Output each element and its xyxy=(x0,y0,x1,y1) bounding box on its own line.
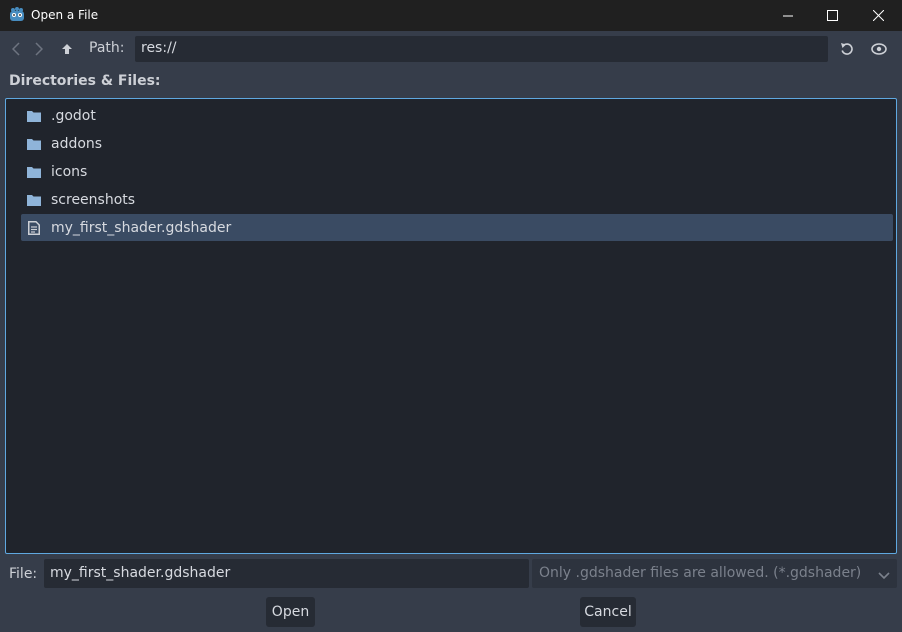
list-item-file-selected[interactable]: my_first_shader.gdshader xyxy=(21,214,893,241)
cancel-button[interactable]: Cancel xyxy=(580,597,636,627)
refresh-icon xyxy=(841,43,853,55)
file-name-input[interactable]: my_first_shader.gdshader xyxy=(44,559,529,588)
forward-button[interactable] xyxy=(29,39,49,59)
refresh-button[interactable] xyxy=(837,39,857,59)
file-label: File: xyxy=(9,566,38,582)
folder-icon xyxy=(27,193,41,207)
go-up-button[interactable] xyxy=(57,39,77,59)
chevron-down-icon xyxy=(878,568,890,584)
open-button[interactable]: Open xyxy=(266,597,315,627)
godot-icon xyxy=(9,7,25,23)
back-button[interactable] xyxy=(6,39,26,59)
item-name: my_first_shader.gdshader xyxy=(51,219,232,236)
chevron-left-icon xyxy=(12,42,20,56)
list-item-folder[interactable]: .godot xyxy=(21,102,893,129)
filter-value: Only .gdshader files are allowed. (*.gds… xyxy=(539,565,862,581)
folder-icon xyxy=(27,109,41,123)
window-title: Open a File xyxy=(31,8,99,22)
arrow-up-icon xyxy=(62,44,72,54)
maximize-button[interactable] xyxy=(809,0,855,31)
directories-files-label: Directories & Files: xyxy=(9,73,161,89)
item-name: screenshots xyxy=(51,191,136,208)
close-icon xyxy=(872,10,884,21)
text-file-icon xyxy=(27,220,41,235)
minimize-icon xyxy=(783,15,793,16)
item-name: .godot xyxy=(51,107,96,124)
toggle-hidden-button[interactable] xyxy=(869,39,889,59)
window-titlebar: Open a File xyxy=(0,0,902,31)
file-filter-select[interactable]: Only .gdshader files are allowed. (*.gds… xyxy=(532,559,897,588)
minimize-button[interactable] xyxy=(765,0,811,31)
path-input[interactable]: res:// xyxy=(135,36,828,62)
list-item-folder[interactable]: icons xyxy=(21,158,893,185)
list-item-folder[interactable]: addons xyxy=(21,130,893,157)
folder-icon xyxy=(27,165,41,179)
eye-icon xyxy=(871,43,887,55)
close-button[interactable] xyxy=(855,0,901,31)
item-name: addons xyxy=(51,135,103,152)
folder-icon xyxy=(27,137,41,151)
list-item-folder[interactable]: screenshots xyxy=(21,186,893,213)
maximize-icon xyxy=(826,10,838,21)
file-list[interactable]: .godot addons icons screenshots my_first… xyxy=(5,98,897,554)
path-label: Path: xyxy=(89,40,125,56)
chevron-right-icon xyxy=(35,42,43,56)
item-name: icons xyxy=(51,163,88,180)
